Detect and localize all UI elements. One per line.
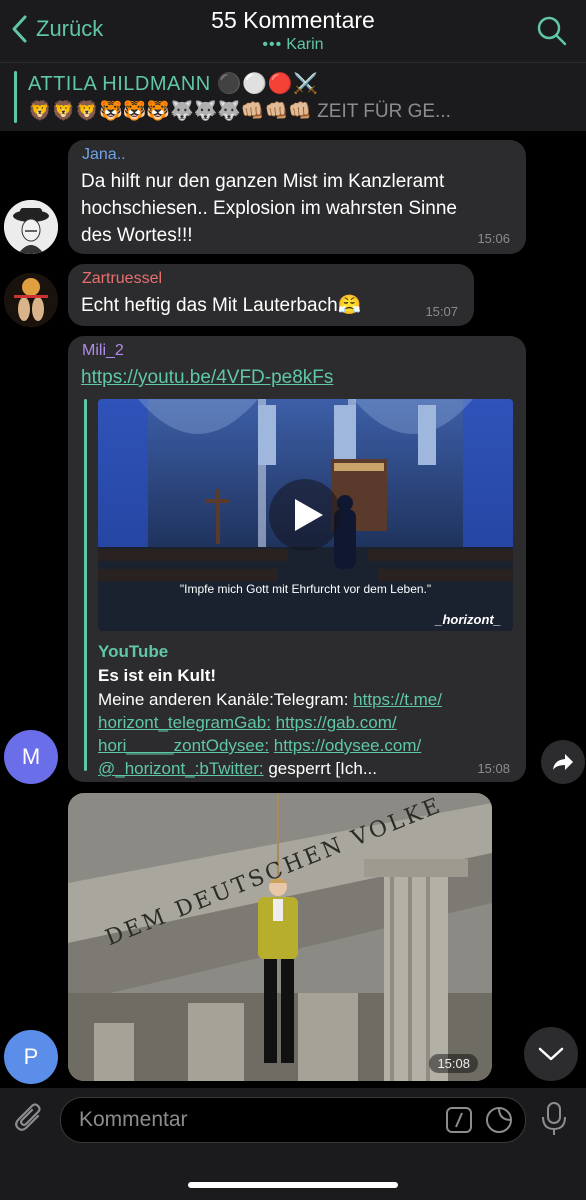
- preview-site: YouTube: [98, 642, 169, 661]
- desc-link[interactable]: https://t.me/: [353, 690, 442, 709]
- message-time: 15:08: [477, 761, 510, 776]
- message-line: des Wortes!!!: [81, 225, 193, 246]
- page-title: 55 Kommentare: [211, 7, 375, 33]
- desc-line: hori_____zontOdysee: https://odysee.com/: [98, 734, 442, 757]
- church-thumbnail: [98, 399, 513, 631]
- slash-command-icon: [446, 1107, 472, 1133]
- desc-link[interactable]: @_horizont_:bTwitter:: [98, 759, 264, 778]
- search-button[interactable]: [536, 15, 568, 52]
- home-indicator: [188, 1182, 398, 1188]
- desc-line: @_horizont_:bTwitter: gesperrt [Ich...: [98, 757, 442, 780]
- commands-button[interactable]: [445, 1106, 473, 1139]
- desc-text: gesperrt [Ich...: [263, 759, 377, 778]
- avatar-image: [4, 273, 58, 327]
- image-message[interactable]: DEM DEUTSCHEN VOLKE 15:08: [68, 793, 492, 1081]
- pinned-text: 🦁🦁🦁🐯🐯🐯🐺🐺🐺👊🏼👊🏼👊🏼 ZEIT FÜR GE...: [28, 101, 451, 122]
- comment-input[interactable]: Kommentar: [60, 1097, 526, 1143]
- preview-description: Meine anderen Kanäle:Telegram: https://t…: [98, 688, 442, 780]
- composer-bar: Kommentar: [0, 1088, 586, 1200]
- scroll-down-button[interactable]: [524, 1027, 578, 1081]
- avatar-mili[interactable]: M: [4, 730, 58, 784]
- subtitle-name: Karin: [286, 36, 324, 53]
- typing-indicator: •••: [262, 36, 283, 53]
- avatar-zartruessel[interactable]: [4, 273, 58, 327]
- message-bubble[interactable]: Jana.. Da hilft nur den ganzen Mist im K…: [68, 140, 526, 254]
- sender-name: Jana..: [82, 146, 126, 163]
- sender-name: Mili_2: [82, 342, 124, 359]
- microphone-icon: [542, 1102, 566, 1135]
- pinned-accent-bar: [14, 71, 17, 123]
- chat-header: Zurück 55 Kommentare ••• Karin: [0, 0, 586, 62]
- page-subtitle: ••• Karin: [0, 36, 586, 54]
- desc-line: horizont_telegramGab: https://gab.com/: [98, 711, 442, 734]
- avatar-p[interactable]: P: [4, 1030, 58, 1084]
- message-text: Da hilft nur den ganzen Mist im Kanzlera…: [81, 168, 457, 249]
- message-bubble[interactable]: Zartruessel Echt heftig das Mit Lauterba…: [68, 264, 474, 326]
- chevron-down-icon: [538, 1047, 564, 1061]
- sticker-button[interactable]: [485, 1106, 513, 1139]
- desc-link[interactable]: https://gab.com/: [276, 713, 397, 732]
- share-arrow-icon: [553, 754, 573, 770]
- message-bubble[interactable]: Mili_2 https://youtu.be/4VFD-pe8kFs "Imp…: [68, 336, 526, 782]
- message-time: 15:07: [425, 304, 458, 319]
- message-text: Echt heftig das Mit Lauterbach😤: [81, 295, 362, 316]
- pinned-title: ATTILA HILDMANN ⚫️⚪️🔴⚔️: [28, 73, 319, 95]
- avatar-image: [4, 200, 58, 254]
- desc-text: Meine anderen Kanäle:Telegram:: [98, 690, 354, 709]
- search-icon: [537, 16, 567, 46]
- desc-link[interactable]: hori_____zontOdysee:: [98, 736, 269, 755]
- comment-placeholder: Kommentar: [79, 1108, 188, 1131]
- sender-name: Zartruessel: [82, 270, 163, 287]
- avatar-jana[interactable]: [4, 200, 58, 254]
- avatar-letter: M: [21, 744, 41, 769]
- paperclip-icon: [15, 1103, 41, 1131]
- desc-link[interactable]: https://odysee.com/: [274, 736, 421, 755]
- video-watermark: _horizont_: [435, 612, 501, 627]
- video-preview[interactable]: "Impfe mich Gott mit Ehrfurcht vor dem L…: [98, 399, 513, 631]
- message-line: hochschiesen.. Explosion im wahrsten Sin…: [81, 198, 457, 219]
- attach-button[interactable]: [14, 1102, 46, 1141]
- forward-button[interactable]: [541, 740, 585, 784]
- desc-line: Meine anderen Kanäle:Telegram: https://t…: [98, 688, 442, 711]
- video-caption: "Impfe mich Gott mit Ehrfurcht vor dem L…: [179, 582, 432, 596]
- pinned-message[interactable]: ATTILA HILDMANN ⚫️⚪️🔴⚔️ 🦁🦁🦁🐯🐯🐯🐺🐺🐺👊🏼👊🏼👊🏼 …: [0, 62, 586, 131]
- microphone-button[interactable]: [540, 1101, 568, 1142]
- preview-title: Es ist ein Kult!: [98, 666, 217, 685]
- message-time: 15:06: [477, 231, 510, 246]
- message-link[interactable]: https://youtu.be/4VFD-pe8kFs: [81, 364, 333, 391]
- message-line: Da hilft nur den ganzen Mist im Kanzlera…: [81, 171, 445, 192]
- desc-link[interactable]: horizont_telegramGab:: [98, 713, 271, 732]
- message-time: 15:08: [429, 1054, 478, 1073]
- sticker-icon: [486, 1107, 512, 1133]
- preview-accent-bar: [84, 399, 87, 771]
- avatar-letter: P: [23, 1044, 39, 1069]
